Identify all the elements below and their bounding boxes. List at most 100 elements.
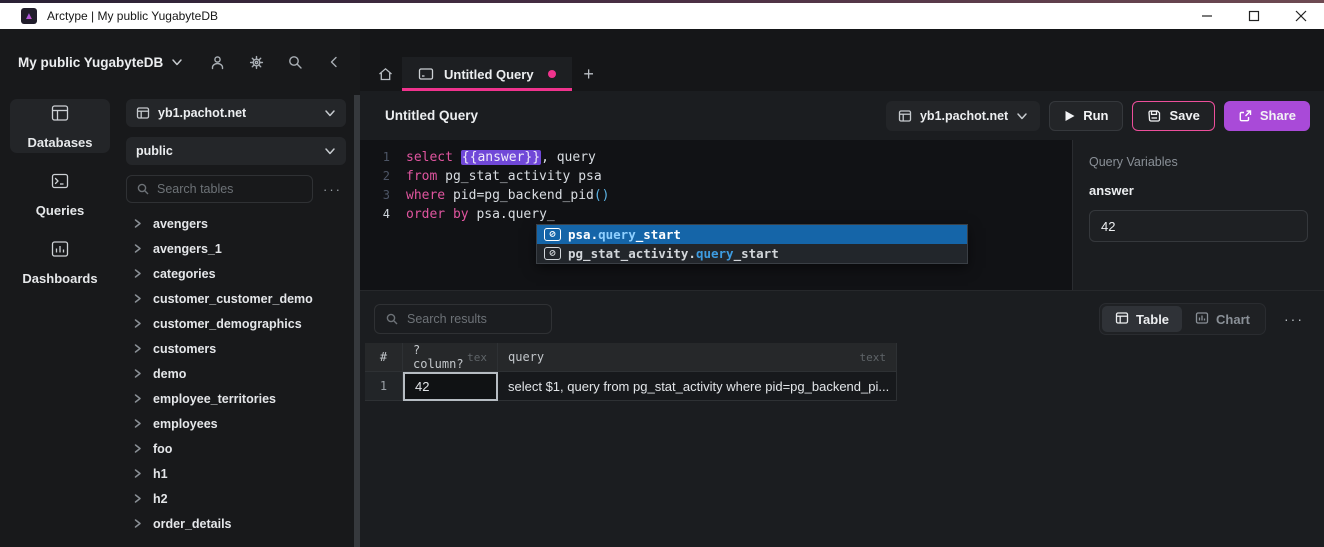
connection-selector[interactable]: yb1.pachot.net xyxy=(886,101,1040,131)
app-window: ▲ Arctype | My public YugabyteDB My publ… xyxy=(0,0,1324,547)
table-item[interactable]: customers xyxy=(126,336,346,361)
chevron-right-icon xyxy=(132,268,143,279)
results-panel: Search results TableChart ··· #?column?t… xyxy=(360,290,1324,547)
search-icon xyxy=(385,312,399,326)
play-icon xyxy=(1064,110,1075,122)
schema-selector[interactable]: public xyxy=(126,137,346,165)
table-item[interactable]: order_details xyxy=(126,511,346,536)
autocomplete-item[interactable]: ⊘pg_stat_activity.query_start xyxy=(537,244,967,263)
chevron-left-icon xyxy=(327,55,341,69)
run-button[interactable]: Run xyxy=(1049,101,1123,131)
main-region: Untitled Query + Untitled Query yb1.pach… xyxy=(360,29,1324,547)
tables-more-button[interactable]: ··· xyxy=(313,182,346,197)
table-item[interactable]: foo xyxy=(126,436,346,461)
query-variables-title: Query Variables xyxy=(1089,155,1308,169)
view-table-button[interactable]: Table xyxy=(1102,306,1182,332)
row-index[interactable]: 1 xyxy=(365,372,403,401)
table-row: 142select $1, query from pg_stat_activit… xyxy=(365,372,897,401)
column-type: text xyxy=(860,351,887,364)
nav-sidebar: Databases Queries Dashboards xyxy=(0,95,120,547)
share-icon xyxy=(1238,109,1252,123)
window-title: Arctype | My public YugabyteDB xyxy=(47,9,218,23)
table-cell[interactable]: 42 xyxy=(403,372,498,401)
maximize-icon xyxy=(1248,10,1260,22)
chevron-down-icon xyxy=(1016,110,1028,122)
results-more-button[interactable]: ··· xyxy=(1278,311,1310,327)
query-title[interactable]: Untitled Query xyxy=(385,108,478,123)
sql-editor[interactable]: 1select {{answer}}, query2from pg_stat_a… xyxy=(360,140,1072,290)
share-button[interactable]: Share xyxy=(1224,101,1310,131)
collapse-sidebar-button[interactable] xyxy=(324,52,344,72)
settings-button[interactable] xyxy=(246,52,266,72)
databases-icon xyxy=(50,103,70,128)
table-item[interactable]: categories xyxy=(126,261,346,286)
gear-icon xyxy=(248,54,265,71)
tab-bar: Untitled Query + xyxy=(360,29,1324,91)
table-item[interactable]: h2 xyxy=(126,486,346,511)
sidebar-item-databases[interactable]: Databases xyxy=(10,99,110,153)
tab-untitled-query[interactable]: Untitled Query xyxy=(402,57,572,91)
chevron-down-icon xyxy=(324,107,336,119)
variable-value-input[interactable]: 42 xyxy=(1089,210,1308,242)
table-item[interactable]: avengers_1 xyxy=(126,236,346,261)
column-header[interactable]: # xyxy=(365,343,403,371)
column-icon: ⊘ xyxy=(544,228,561,241)
query-header: Untitled Query yb1.pachot.net Run Save xyxy=(360,91,1324,140)
minimize-icon xyxy=(1201,10,1213,22)
query-tab-icon xyxy=(418,66,434,82)
minimize-button[interactable] xyxy=(1183,3,1230,29)
query-variables-panel: Query Variables answer 42 xyxy=(1072,140,1324,290)
home-tab-button[interactable] xyxy=(368,57,402,91)
chevron-right-icon xyxy=(132,343,143,354)
database-icon xyxy=(898,109,912,123)
server-selector[interactable]: yb1.pachot.net xyxy=(126,99,346,127)
user-icon xyxy=(209,54,226,71)
chevron-right-icon xyxy=(132,418,143,429)
search-button[interactable] xyxy=(285,52,305,72)
unsaved-dot xyxy=(548,70,556,78)
table-item[interactable]: h1 xyxy=(126,461,346,486)
save-icon xyxy=(1147,109,1161,123)
table-item[interactable]: employee_territories xyxy=(126,386,346,411)
line-number: 1 xyxy=(360,148,390,167)
search-icon xyxy=(287,54,304,71)
chevron-down-icon xyxy=(171,56,183,68)
maximize-button[interactable] xyxy=(1230,3,1277,29)
chevron-right-icon xyxy=(132,318,143,329)
chevron-down-icon xyxy=(324,145,336,157)
close-button[interactable] xyxy=(1277,3,1324,29)
column-header[interactable]: querytext xyxy=(498,343,897,371)
search-tables-input[interactable]: Search tables xyxy=(126,175,313,203)
chart-icon xyxy=(1195,311,1209,328)
column-header[interactable]: ?column?tex xyxy=(403,343,498,371)
account-button[interactable] xyxy=(207,52,227,72)
chevron-right-icon xyxy=(132,368,143,379)
line-number: 4 xyxy=(360,205,390,224)
close-icon xyxy=(1295,10,1307,22)
table-item[interactable]: demo xyxy=(126,361,346,386)
table-item[interactable]: employees xyxy=(126,411,346,436)
table-cell[interactable]: select $1, query from pg_stat_activity w… xyxy=(498,372,897,401)
chevron-right-icon xyxy=(132,518,143,529)
save-button[interactable]: Save xyxy=(1132,101,1214,131)
left-region: My public YugabyteDB xyxy=(0,29,360,547)
workspace-switcher[interactable]: My public YugabyteDB xyxy=(18,55,183,70)
code-line: 4order by psa.query_ xyxy=(360,205,1072,224)
arctype-logo-icon: ▲ xyxy=(21,8,37,24)
table-item[interactable]: customer_demographics xyxy=(126,311,346,336)
search-results-input[interactable]: Search results xyxy=(374,304,552,334)
autocomplete-popup: ⊘psa.query_start⊘pg_stat_activity.query_… xyxy=(536,224,968,264)
table-item[interactable]: customer_customer_demo xyxy=(126,286,346,311)
search-icon xyxy=(136,182,150,196)
sidebar-item-queries[interactable]: Queries xyxy=(10,167,110,221)
view-chart-button[interactable]: Chart xyxy=(1182,306,1263,332)
sidebar-item-dashboards[interactable]: Dashboards xyxy=(10,235,110,289)
line-number: 2 xyxy=(360,167,390,186)
table-list: avengersavengers_1categoriescustomer_cus… xyxy=(126,211,346,541)
line-number: 3 xyxy=(360,186,390,205)
view-toggle: TableChart xyxy=(1099,303,1266,335)
autocomplete-item[interactable]: ⊘psa.query_start xyxy=(537,225,967,244)
chevron-right-icon xyxy=(132,393,143,404)
new-tab-button[interactable]: + xyxy=(572,57,606,91)
table-item[interactable]: avengers xyxy=(126,211,346,236)
